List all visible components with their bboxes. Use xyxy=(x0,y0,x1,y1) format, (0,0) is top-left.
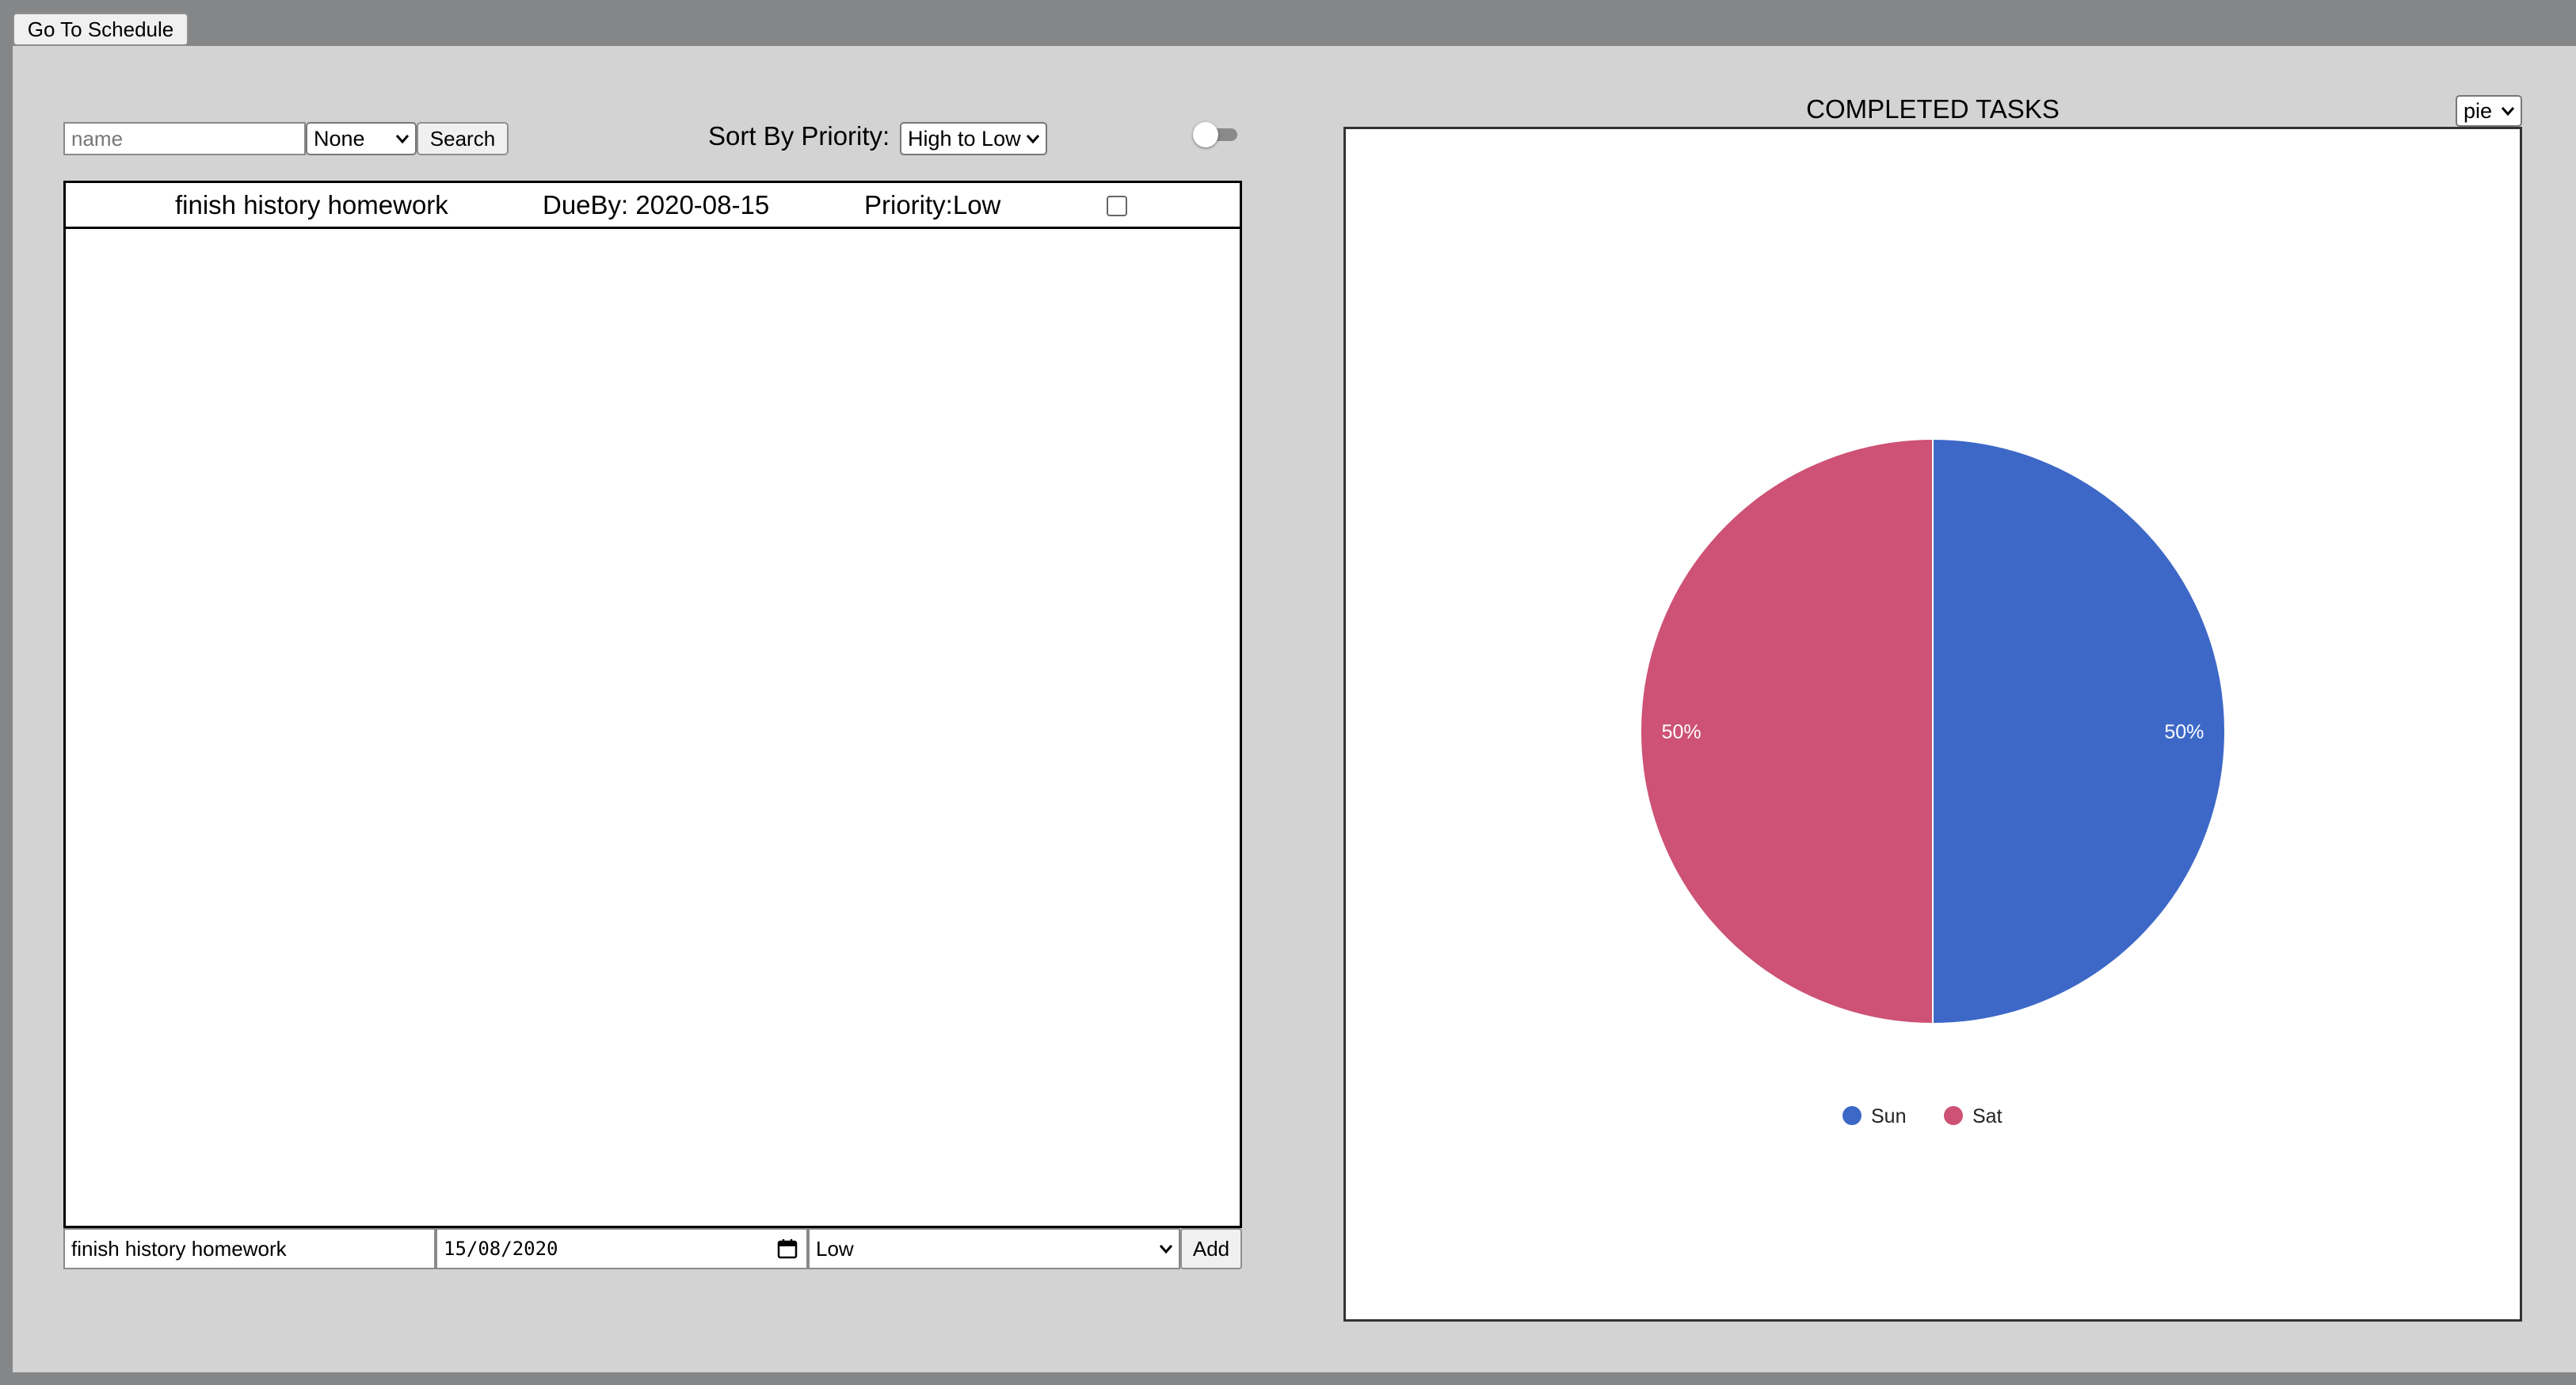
sort-label: Sort By Priority: xyxy=(708,121,890,151)
calendar-icon[interactable] xyxy=(776,1238,798,1260)
legend-marker-sun xyxy=(1842,1106,1862,1125)
new-task-priority-select[interactable]: Low xyxy=(808,1228,1180,1269)
legend-label-sat[interactable]: Sat xyxy=(1972,1105,2002,1127)
chart-type-value: pie xyxy=(2464,98,2493,123)
new-task-date-value: 15/08/2020 xyxy=(444,1238,558,1260)
legend-label-sun[interactable]: Sun xyxy=(1871,1105,1906,1127)
sort-priority-value: High to Low xyxy=(908,126,1021,151)
search-name-input[interactable]: name xyxy=(63,122,306,155)
new-task-priority-value: Low xyxy=(816,1236,854,1261)
pie-chart: 50% 50% Sun Sat xyxy=(1640,437,2226,1127)
go-to-schedule-button[interactable]: Go To Schedule xyxy=(13,13,189,46)
task-priority: Priority:Low xyxy=(864,190,1001,219)
chart-title: COMPLETED TASKS xyxy=(1806,94,2060,124)
task-due-date: DueBy: 2020-08-15 xyxy=(543,190,770,219)
new-task-name-input[interactable]: finish history homework xyxy=(63,1228,436,1269)
add-task-button[interactable]: Add xyxy=(1180,1228,1242,1269)
chevron-down-icon xyxy=(395,135,410,144)
chevron-down-icon xyxy=(1159,1245,1173,1254)
search-button[interactable]: Search xyxy=(417,122,509,155)
pie-data-label-sun: 50% xyxy=(2164,721,2204,743)
task-row: finish history homework DueBy: 2020-08-1… xyxy=(66,183,1240,229)
chart-type-select[interactable]: pie xyxy=(2456,95,2522,127)
search-name-placeholder: name xyxy=(71,126,124,151)
chart-container: 50% 50% Sun Sat xyxy=(1343,127,2522,1322)
legend-marker-sat xyxy=(1944,1106,1963,1125)
new-task-name-value: finish history homework xyxy=(71,1236,287,1261)
sort-priority-select[interactable]: High to Low xyxy=(900,122,1047,155)
filter-select-value: None xyxy=(314,126,365,151)
new-task-date-input[interactable]: 15/08/2020 xyxy=(436,1228,808,1269)
pie-data-label-sat: 50% xyxy=(1662,721,1701,743)
task-complete-checkbox[interactable] xyxy=(1107,196,1127,216)
chevron-down-icon xyxy=(2501,107,2515,116)
filter-select[interactable]: None xyxy=(306,122,417,155)
toggle-switch[interactable] xyxy=(1193,122,1240,147)
task-name: finish history homework xyxy=(175,190,448,219)
task-list: finish history homework DueBy: 2020-08-1… xyxy=(63,181,1242,1228)
toggle-knob xyxy=(1193,122,1218,147)
chevron-down-icon xyxy=(1026,135,1040,144)
